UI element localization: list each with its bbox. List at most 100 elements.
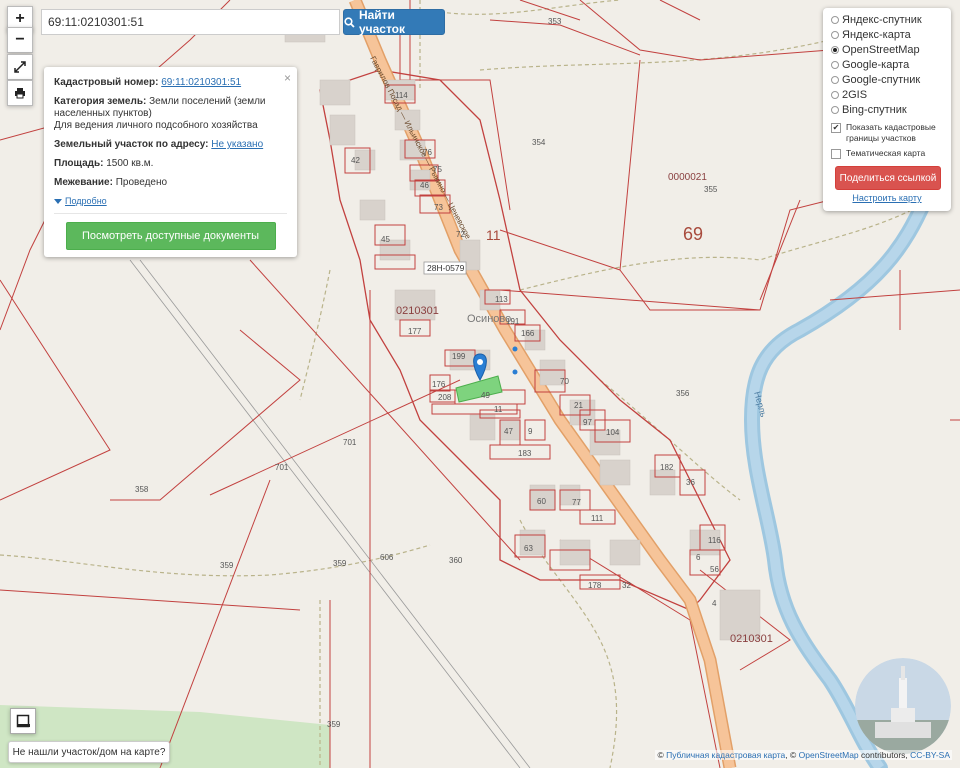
attribution-contributors: contributors, <box>858 750 911 760</box>
plot-number-label: 359 <box>220 561 234 570</box>
plot-number-label: 606 <box>380 553 394 562</box>
survey-value: Проведено <box>115 177 168 188</box>
find-plot-label: Найти участок <box>358 8 405 36</box>
layer-option[interactable]: Яндекс-карта <box>831 27 943 42</box>
plot-info-panel: × Кадастровый номер: 69:11:0210301:51 Ка… <box>44 67 297 257</box>
radio-icon[interactable] <box>831 30 839 39</box>
quarter-label: 0210301 <box>396 305 439 317</box>
plot-number-label: 183 <box>518 449 532 458</box>
print-button[interactable] <box>7 80 33 106</box>
plot-number-label: 73 <box>434 203 443 212</box>
big-label-69: 69 <box>683 224 703 244</box>
quarter-label: 0210301 <box>730 633 773 645</box>
plot-number-label: 355 <box>704 185 718 194</box>
plot-number-label: 21 <box>574 401 583 410</box>
attribution-link-pkk[interactable]: Публичная кадастровая карта <box>666 750 785 760</box>
layer-option-label: Google-карта <box>842 58 910 71</box>
plot-number-label: 46 <box>420 181 429 190</box>
configure-map-link[interactable]: Настроить карту <box>831 193 943 203</box>
plot-number-label: 177 <box>408 327 422 336</box>
details-toggle[interactable]: Подробно <box>54 196 287 206</box>
plot-number-label: 97 <box>583 418 592 427</box>
print-icon <box>15 88 25 99</box>
plot-number-label: 60 <box>537 497 546 506</box>
plot-number-label: 166 <box>521 329 535 338</box>
quarter-label: 0000021 <box>668 172 707 183</box>
plot-number-label: 49 <box>481 391 490 400</box>
plot-number-label: 353 <box>548 17 562 26</box>
survey-label: Межевание: <box>54 177 113 188</box>
plot-number-label: 191 <box>506 317 520 326</box>
radio-icon[interactable] <box>831 45 839 54</box>
selection-frame-button[interactable] <box>10 708 36 734</box>
radio-icon[interactable] <box>831 75 839 84</box>
land-usage-value: Для ведения личного подсобного хозяйства <box>54 120 258 131</box>
plot-number-label: 4 <box>712 599 717 608</box>
plot-number-label: 56 <box>710 565 719 574</box>
road-number-badge: 28Н-0579 <box>423 261 467 275</box>
plot-number-label: 701 <box>343 438 357 447</box>
thematic-map-label: Тематическая карта <box>846 148 926 158</box>
attribution-sep: , © <box>785 750 799 760</box>
thematic-map-toggle[interactable]: Тематическая карта <box>831 148 943 159</box>
village-label: Осиново <box>467 313 511 325</box>
plot-number-label: 45 <box>381 235 390 244</box>
close-icon[interactable]: × <box>284 71 291 85</box>
radio-icon[interactable] <box>831 60 839 69</box>
chevron-down-icon <box>54 198 62 204</box>
attribution-link-osm[interactable]: OpenStreetMap <box>799 750 859 760</box>
plot-number-label: 199 <box>452 352 466 361</box>
frame-icon <box>16 714 30 728</box>
plot-number-label: 208 <box>438 393 452 402</box>
radio-icon[interactable] <box>831 15 839 24</box>
fullscreen-button[interactable] <box>7 54 33 80</box>
plot-number-label: 701 <box>275 463 289 472</box>
search-icon <box>344 16 355 28</box>
plot-number-label: 111 <box>591 514 604 523</box>
plot-number-label: 76 <box>423 148 432 157</box>
church-photo[interactable] <box>855 658 951 754</box>
plot-number-label: 178 <box>588 581 602 590</box>
layer-option-label: 2GIS <box>842 88 868 101</box>
plot-number-label: 6 <box>696 553 701 562</box>
plot-number-label: 354 <box>532 138 546 147</box>
layer-option-label: Bing-спутник <box>842 103 907 116</box>
plot-number-label: 75 <box>433 165 442 174</box>
layer-option[interactable]: Google-спутник <box>831 72 943 87</box>
plot-number-label: 32 <box>622 581 631 590</box>
layer-option[interactable]: Яндекс-спутник <box>831 12 943 27</box>
cadastral-search-input[interactable] <box>41 9 340 35</box>
plot-not-found-button[interactable]: Не нашли участок/дом на карте? <box>8 741 170 763</box>
layer-option[interactable]: Google-карта <box>831 57 943 72</box>
show-boundaries-toggle[interactable]: ✔ Показать кадастровые границы участков <box>831 122 943 144</box>
share-link-button[interactable]: Поделиться ссылкой <box>835 166 941 190</box>
plot-number-label: 104 <box>606 428 620 437</box>
radio-icon[interactable] <box>831 105 839 114</box>
layer-option[interactable]: OpenStreetMap <box>831 42 943 57</box>
layer-option-label: Google-спутник <box>842 73 921 86</box>
layer-option[interactable]: Bing-спутник <box>831 102 943 117</box>
plot-number-label: 116 <box>708 536 721 545</box>
attribution-link-license[interactable]: CC-BY-SA <box>910 750 950 760</box>
layer-list: Яндекс-спутник Яндекс-карта OpenStreetMap G… <box>831 12 943 117</box>
address-link[interactable]: Не указано <box>211 139 263 150</box>
plot-number-label: 359 <box>327 720 341 729</box>
find-plot-button[interactable]: Найти участок <box>343 8 445 36</box>
plot-number-label: 359 <box>333 559 347 568</box>
address-label: Земельный участок по адресу: <box>54 139 209 150</box>
checkbox-icon[interactable]: ✔ <box>831 123 841 133</box>
plot-number-label: 360 <box>449 556 463 565</box>
land-category-label: Категория земель: <box>54 96 147 107</box>
big-label-11: 11 <box>486 227 501 243</box>
radio-icon[interactable] <box>831 90 839 99</box>
layers-panel: Яндекс-спутник Яндекс-карта OpenStreetMap G… <box>823 8 951 211</box>
cadastral-number-link[interactable]: 69:11:0210301:51 <box>161 77 241 88</box>
view-documents-button[interactable]: Посмотреть доступные документы <box>65 222 276 250</box>
zoom-out-button[interactable]: − <box>7 27 33 53</box>
plot-number-label: 356 <box>676 389 690 398</box>
plot-number-label: 77 <box>572 498 581 507</box>
checkbox-icon[interactable] <box>831 149 841 159</box>
area-label: Площадь: <box>54 158 104 169</box>
layer-option[interactable]: 2GIS <box>831 87 943 102</box>
map-attribution: © Публичная кадастровая карта, © OpenStr… <box>655 750 952 760</box>
